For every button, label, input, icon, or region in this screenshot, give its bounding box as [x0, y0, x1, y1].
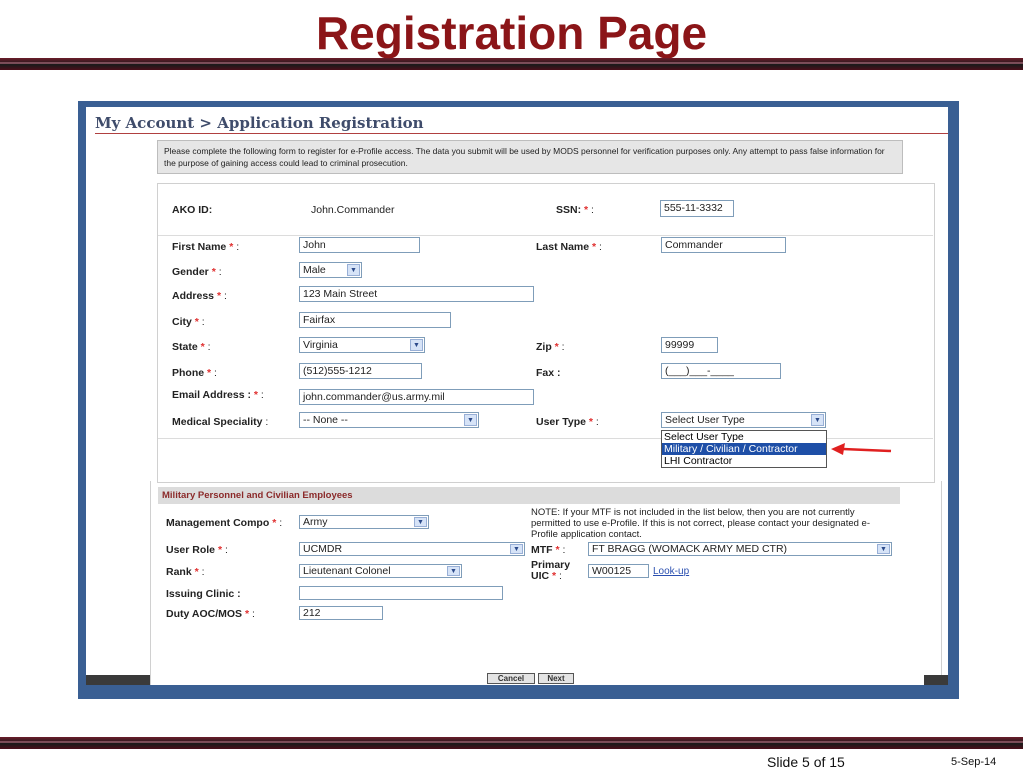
primary-uic-input[interactable]: W00125	[588, 564, 649, 578]
management-compo-select[interactable]: Army ▼	[299, 515, 429, 529]
dropdown-option[interactable]: Select User Type	[662, 431, 826, 443]
medical-speciality-label: Medical Speciality :	[172, 416, 269, 428]
duty-aoc-mos-label: Duty AOC/MOS * :	[166, 608, 255, 620]
dropdown-option-highlighted[interactable]: Military / Civilian / Contractor	[662, 443, 826, 455]
chevron-down-icon: ▼	[464, 414, 477, 426]
zip-input[interactable]: 99999	[661, 337, 718, 353]
user-type-label: User Type * :	[536, 416, 599, 428]
state-label: State * :	[172, 341, 211, 353]
fax-input[interactable]: (___)___-____	[661, 363, 781, 379]
duty-aoc-mos-input[interactable]: 212	[299, 606, 383, 620]
user-role-label: User Role * :	[166, 544, 228, 556]
user-type-dropdown: Select User Type Military / Civilian / C…	[661, 430, 827, 468]
issuing-clinic-input[interactable]	[299, 586, 503, 600]
ssn-label: SSN: * :	[556, 204, 594, 216]
slide-title: Registration Page	[315, 7, 708, 59]
chevron-down-icon: ▼	[414, 517, 427, 527]
title-divider	[0, 58, 1023, 70]
mtf-note: NOTE: If your MTF is not included in the…	[531, 507, 871, 540]
gender-select[interactable]: Male ▼	[299, 262, 362, 278]
dropdown-option[interactable]: LHI Contractor	[662, 455, 826, 467]
footer-divider	[0, 737, 1023, 749]
first-name-label: First Name * :	[172, 241, 240, 253]
mtf-label: MTF * :	[531, 544, 566, 556]
zip-label: Zip * :	[536, 341, 565, 353]
chevron-down-icon: ▼	[410, 339, 423, 351]
chevron-down-icon: ▼	[811, 414, 824, 426]
chevron-down-icon: ▼	[510, 544, 523, 554]
lookup-link[interactable]: Look-up	[653, 566, 689, 577]
user-role-select[interactable]: UCMDR ▼	[299, 542, 525, 556]
last-name-label: Last Name * :	[536, 241, 602, 253]
phone-label: Phone * :	[172, 367, 217, 379]
primary-uic-label: Primary UIC * :	[531, 559, 571, 582]
gender-label: Gender * :	[172, 266, 222, 278]
phone-input[interactable]: (512)555-1212	[299, 363, 422, 379]
fax-label: Fax :	[536, 367, 561, 379]
rank-label: Rank * :	[166, 566, 205, 578]
chevron-down-icon: ▼	[347, 264, 360, 276]
management-compo-label: Management Compo * :	[166, 517, 283, 529]
red-arrow-annotation	[831, 443, 892, 455]
app-window: My Account > Application Registration Pl…	[86, 107, 948, 685]
next-button[interactable]: Next	[538, 673, 574, 684]
medical-speciality-select[interactable]: -- None -- ▼	[299, 412, 479, 428]
last-name-input[interactable]: Commander	[661, 237, 786, 253]
ako-id-value: John.Commander	[311, 204, 395, 216]
city-label: City * :	[172, 316, 205, 328]
slide-number: Slide 5 of 15	[767, 754, 845, 770]
first-name-input[interactable]: John	[299, 237, 420, 253]
section-header: Military Personnel and Civilian Employee…	[158, 487, 900, 504]
ako-id-label: AKO ID:	[172, 204, 213, 216]
mtf-select[interactable]: FT BRAGG (WOMACK ARMY MED CTR) ▼	[588, 542, 892, 556]
window-edge	[86, 675, 150, 685]
address-label: Address * :	[172, 290, 227, 302]
chevron-down-icon: ▼	[447, 566, 460, 576]
state-select[interactable]: Virginia ▼	[299, 337, 425, 353]
registration-notice: Please complete the following form to re…	[157, 140, 903, 174]
city-input[interactable]: Fairfax	[299, 312, 451, 328]
issuing-clinic-label: Issuing Clinic :	[166, 588, 241, 600]
breadcrumb: My Account > Application Registration	[95, 114, 424, 132]
screenshot-frame: My Account > Application Registration Pl…	[78, 101, 959, 699]
rank-select[interactable]: Lieutenant Colonel ▼	[299, 564, 462, 578]
email-input[interactable]: john.commander@us.army.mil	[299, 389, 534, 405]
divider	[158, 235, 933, 236]
breadcrumb-divider	[95, 133, 948, 134]
user-type-select[interactable]: Select User Type ▼	[661, 412, 826, 428]
chevron-down-icon: ▼	[877, 544, 890, 554]
slide-date: 5-Sep-14	[951, 756, 997, 768]
address-input[interactable]: 123 Main Street	[299, 286, 534, 302]
window-edge	[924, 675, 948, 685]
email-label: Email Address : * :	[172, 389, 264, 401]
ssn-input[interactable]: 555-11-3332	[660, 200, 734, 217]
cancel-button[interactable]: Cancel	[487, 673, 535, 684]
